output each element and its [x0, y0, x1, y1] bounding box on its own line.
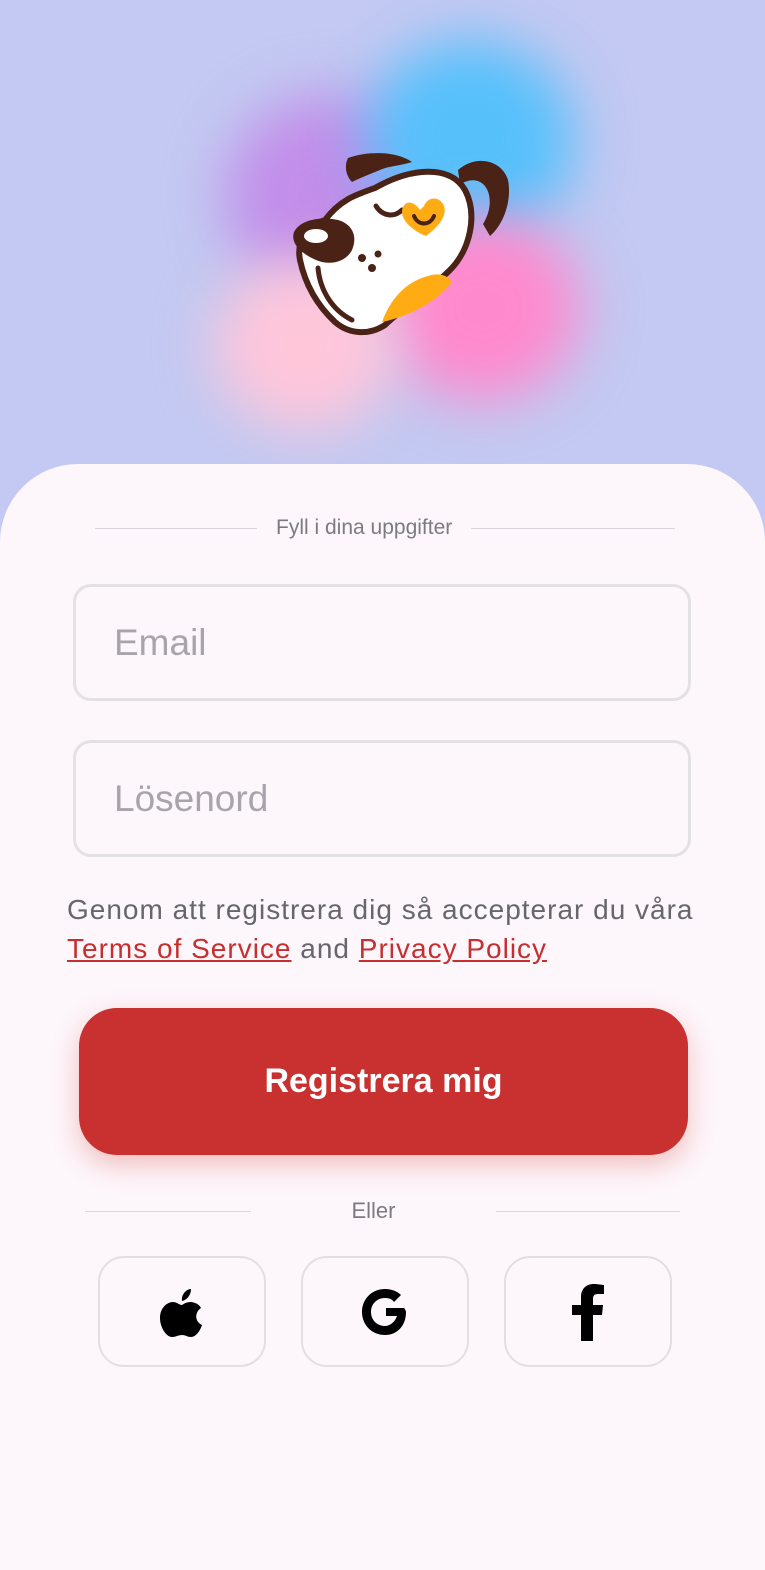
or-divider: Eller — [85, 1198, 680, 1224]
facebook-icon — [572, 1283, 604, 1341]
privacy-policy-link[interactable]: Privacy Policy — [359, 933, 547, 964]
terms-notice: Genom att registrera dig så accepterar d… — [67, 890, 707, 968]
register-button[interactable]: Registrera mig — [79, 1008, 688, 1155]
divider-line-right — [471, 527, 675, 529]
details-divider: Fyll i dina uppgifter — [95, 516, 675, 540]
terms-connector: and — [291, 933, 359, 964]
facebook-signin-button[interactable] — [504, 1256, 672, 1367]
or-line-left — [85, 1210, 251, 1212]
section-label: Fyll i dina uppgifter — [276, 516, 453, 539]
password-input[interactable] — [114, 777, 688, 820]
google-icon — [362, 1288, 406, 1335]
email-field[interactable] — [73, 584, 691, 701]
email-input[interactable] — [114, 621, 688, 664]
terms-prefix: Genom att registrera dig så accepterar d… — [67, 894, 694, 925]
hero-header — [0, 0, 765, 520]
password-field[interactable] — [73, 740, 691, 857]
or-label: Eller — [351, 1198, 396, 1223]
dog-logo-icon — [293, 153, 510, 336]
apple-icon — [160, 1288, 202, 1337]
apple-signin-button[interactable] — [98, 1256, 266, 1367]
terms-of-service-link[interactable]: Terms of Service — [67, 933, 292, 964]
or-line-right — [496, 1210, 680, 1212]
google-signin-button[interactable] — [301, 1256, 469, 1367]
divider-line-left — [95, 527, 257, 529]
